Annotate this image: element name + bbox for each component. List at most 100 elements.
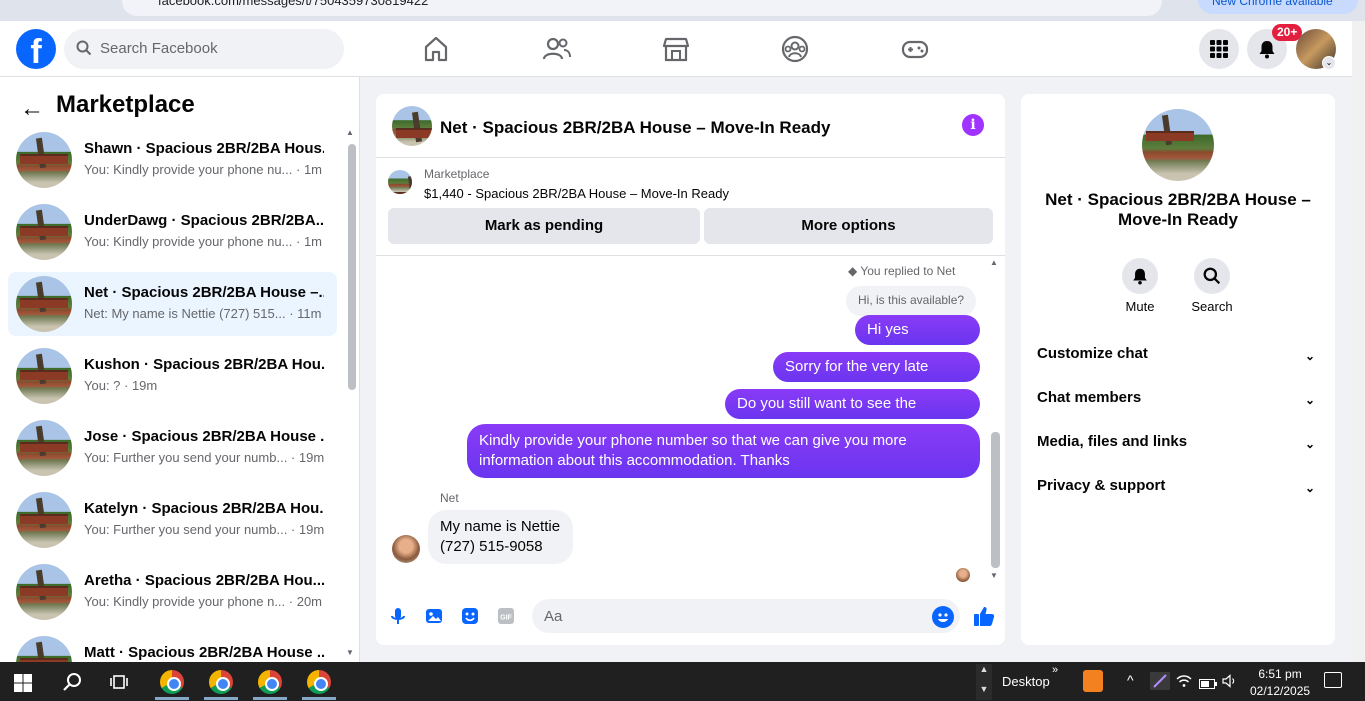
sent-message[interactable]: Hi yes available	[855, 315, 980, 368]
sticker-icon[interactable]	[460, 606, 480, 626]
gaming-icon[interactable]	[900, 35, 930, 63]
conversation-preview: You: Further you send your numb... · 19m	[84, 522, 325, 537]
reply-icon: ◆	[848, 264, 861, 278]
taskbar-clock[interactable]: 6:51 pm 02/12/2025	[1250, 666, 1310, 700]
volume-icon[interactable]	[1222, 674, 1238, 693]
reply-indicator-text: You replied to Net	[860, 264, 956, 278]
conversation-title: Kushon · Spacious 2BR/2BA Hou...	[84, 356, 324, 373]
conversation-title: Aretha · Spacious 2BR/2BA Hou...	[84, 572, 324, 589]
conversation-item[interactable]: Shawn · Spacious 2BR/2BA Hous... You: Ki…	[8, 128, 337, 192]
received-message-line: (727) 515-9058	[440, 538, 543, 555]
taskbar-search-icon[interactable]	[62, 672, 82, 697]
scroll-up-arrow[interactable]: ▲	[346, 128, 354, 137]
menu-grid-icon[interactable]	[1199, 29, 1239, 69]
page-scrollbar[interactable]	[1352, 21, 1365, 662]
conversation-item[interactable]: Jose · Spacious 2BR/2BA House ... You: F…	[8, 416, 337, 480]
chevron-down-icon: ⌄	[1304, 481, 1315, 495]
thumbs-up-icon[interactable]	[972, 604, 996, 628]
media-files-links-row[interactable]: Media, files and links ⌄	[1037, 433, 1321, 457]
scroll-down-arrow[interactable]: ▼	[346, 648, 354, 657]
conversation-preview: You: Kindly provide your phone nu... · 1…	[84, 162, 322, 177]
conversation-title: Matt · Spacious 2BR/2BA House ...	[84, 644, 324, 661]
conversation-preview: You: ? · 19m	[84, 378, 158, 393]
listing-mini-thumbnail	[388, 170, 412, 194]
chat-listing-thumbnail[interactable]	[392, 106, 432, 146]
mute-bell-icon[interactable]	[1122, 258, 1158, 294]
listing-thumbnail	[16, 276, 72, 332]
search-icon	[76, 40, 92, 61]
search-placeholder: Search Facebook	[100, 40, 218, 57]
running-indicator	[204, 697, 238, 700]
conversation-title: Jose · Spacious 2BR/2BA House ...	[84, 428, 324, 445]
chrome-taskbar-icon[interactable]	[160, 670, 184, 694]
section-label: Media, files and links	[1037, 433, 1188, 450]
sent-message[interactable]: Do you still want to see the house?	[725, 389, 980, 442]
listing-thumbnail	[16, 132, 72, 188]
listing-photo[interactable]	[1142, 109, 1214, 181]
conversation-list-scrollbar[interactable]	[348, 144, 356, 390]
conversation-title: Shawn · Spacious 2BR/2BA Hous...	[84, 140, 324, 157]
task-view-icon[interactable]	[110, 673, 128, 696]
message-thread-scrollbar[interactable]	[991, 432, 1000, 568]
chevron-right-icon[interactable]: »	[1052, 664, 1058, 676]
conversation-item[interactable]: Katelyn · Spacious 2BR/2BA Hou... You: F…	[8, 488, 337, 552]
taskbar-scroll-arrows[interactable]: ▲ ▼	[976, 664, 992, 700]
listing-price-title[interactable]: $1,440 - Spacious 2BR/2BA House – Move-I…	[424, 186, 729, 201]
clock-date: 02/12/2025	[1250, 684, 1311, 698]
search-conversation-icon[interactable]	[1194, 258, 1230, 294]
sent-message[interactable]: Sorry for the very late reply.	[773, 352, 980, 405]
conversation-preview: You: Kindly provide your phone nu... · 1…	[84, 234, 322, 249]
privacy-support-row[interactable]: Privacy & support ⌄	[1037, 477, 1321, 501]
conversation-item[interactable]: Matt · Spacious 2BR/2BA House ...	[8, 632, 337, 662]
listing-thumbnail	[16, 564, 72, 620]
sublime-text-icon[interactable]	[1083, 670, 1103, 692]
wifi-icon[interactable]	[1176, 674, 1192, 693]
conversation-item[interactable]: Kushon · Spacious 2BR/2BA Hou... You: ? …	[8, 344, 337, 408]
more-options-button[interactable]: More options	[704, 208, 993, 244]
mark-as-pending-button[interactable]: Mark as pending	[388, 208, 700, 244]
listing-thumbnail	[16, 348, 72, 404]
pen-app-icon[interactable]	[1150, 672, 1170, 690]
desktop-toolbar-label[interactable]: Desktop	[1002, 674, 1050, 689]
section-label: Privacy & support	[1037, 477, 1166, 494]
home-icon[interactable]	[421, 35, 451, 63]
conversation-info-title: Net · Spacious 2BR/2BA House – Move-In R…	[1045, 190, 1311, 229]
received-message[interactable]: My name is Nettie (727) 515-9058	[428, 510, 573, 564]
address-bar-url[interactable]: facebook.com/messages/t/7504359730819422	[158, 0, 428, 8]
tray-overflow-chevron-icon[interactable]: ^	[1127, 672, 1134, 688]
conversation-preview: You: Kindly provide your phone n... · 20…	[84, 594, 322, 609]
chrome-taskbar-icon[interactable]	[258, 670, 282, 694]
facebook-logo[interactable]: f	[16, 29, 56, 69]
sender-avatar[interactable]	[392, 535, 420, 563]
conversation-item[interactable]: Aretha · Spacious 2BR/2BA Hou... You: Ki…	[8, 560, 337, 624]
scroll-up-arrow[interactable]: ▲	[990, 258, 998, 267]
mute-label: Mute	[1125, 299, 1155, 314]
photo-icon[interactable]	[424, 606, 444, 626]
gif-icon[interactable]: GIF	[496, 606, 516, 626]
windows-start-icon[interactable]	[14, 674, 32, 692]
groups-icon[interactable]	[780, 35, 810, 63]
battery-icon[interactable]	[1199, 676, 1217, 694]
running-indicator	[253, 697, 287, 700]
marketplace-icon[interactable]	[661, 35, 691, 63]
chrome-taskbar-icon[interactable]	[209, 670, 233, 694]
conversation-title: UnderDawg · Spacious 2BR/2BA...	[84, 212, 324, 229]
message-input[interactable]	[532, 599, 960, 633]
listing-thumbnail	[16, 204, 72, 260]
customize-chat-row[interactable]: Customize chat ⌄	[1037, 345, 1321, 369]
microphone-icon[interactable]	[388, 606, 408, 626]
chat-title[interactable]: Net · Spacious 2BR/2BA House – Move-In R…	[440, 118, 830, 138]
info-icon[interactable]: i	[962, 114, 984, 136]
friends-icon[interactable]	[541, 35, 571, 63]
emoji-icon[interactable]	[932, 606, 954, 628]
chrome-taskbar-icon[interactable]	[307, 670, 331, 694]
chevron-down-icon[interactable]: ⌄	[1322, 56, 1336, 70]
quoted-message[interactable]: Hi, is this available?	[846, 286, 977, 316]
conversation-item[interactable]: UnderDawg · Spacious 2BR/2BA... You: Kin…	[8, 200, 337, 264]
scroll-down-arrow[interactable]: ▼	[990, 571, 998, 580]
notification-center-icon[interactable]	[1324, 672, 1342, 688]
conversation-item-active[interactable]: Net · Spacious 2BR/2BA House –... Net: M…	[8, 272, 337, 336]
chat-members-row[interactable]: Chat members ⌄	[1037, 389, 1321, 413]
sent-message[interactable]: Kindly provide your phone number so that…	[467, 424, 980, 478]
back-arrow-icon[interactable]: ←	[20, 95, 44, 123]
